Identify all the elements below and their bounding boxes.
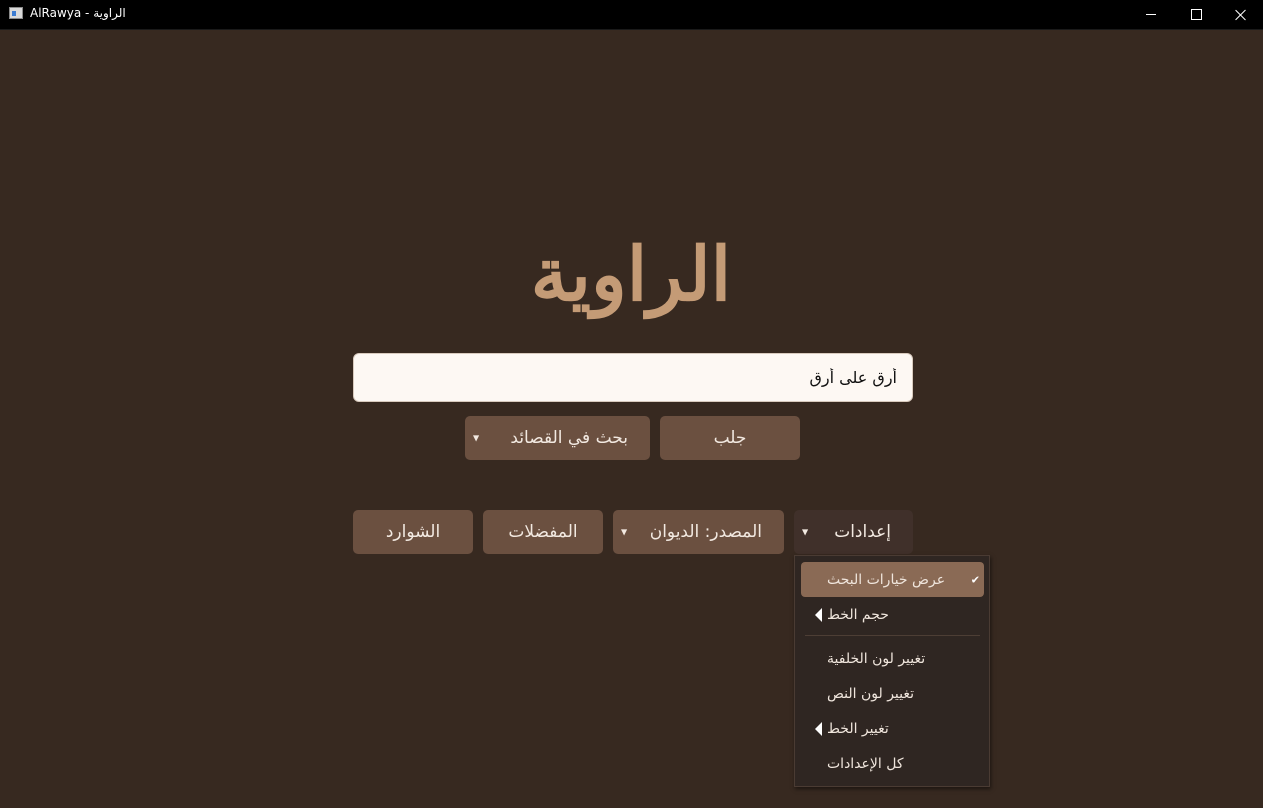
shawarid-button[interactable]: الشوارد: [353, 510, 473, 554]
check-icon: ✔: [970, 573, 980, 586]
app-window: AlRawya - الراوية الراوية بحث في القصائد…: [0, 0, 1263, 808]
menu-item-label: تغيير لون الخلفية: [827, 650, 926, 667]
settings-menu: عرض خيارات البحث ✔ حجم الخط تغيير لون ال…: [794, 555, 990, 787]
favorites-label: المفضلات: [508, 522, 578, 542]
menu-item-change-background-color[interactable]: تغيير لون الخلفية: [801, 641, 984, 676]
menu-item-label: عرض خيارات البحث: [827, 571, 946, 588]
fetch-button[interactable]: جلب: [660, 416, 800, 460]
chevron-down-icon[interactable]: ▼: [621, 528, 627, 537]
menu-divider: [805, 635, 980, 636]
fetch-label: جلب: [713, 428, 747, 448]
search-poems-label: بحث في القصائد: [510, 428, 628, 448]
menu-item-label: تغيير لون النص: [827, 685, 915, 702]
search-input[interactable]: [353, 353, 913, 402]
app-logo: الراوية: [530, 232, 732, 318]
chevron-down-icon[interactable]: ▼: [473, 434, 479, 443]
submenu-arrow-icon: [815, 721, 822, 736]
app-icon: [9, 7, 23, 19]
source-label: المصدر: الديوان: [649, 522, 762, 542]
search-poems-button[interactable]: بحث في القصائد ▼: [465, 416, 650, 460]
window-title: AlRawya - الراوية: [30, 6, 126, 20]
settings-button[interactable]: إعدادات ▼: [794, 510, 913, 554]
close-button[interactable]: [1218, 0, 1263, 29]
maximize-icon: [1190, 9, 1202, 20]
close-icon: [1235, 9, 1247, 21]
menu-item-label: كل الإعدادات: [827, 755, 904, 772]
menu-item-change-font[interactable]: تغيير الخط: [801, 711, 984, 746]
menu-item-font-size[interactable]: حجم الخط: [801, 597, 984, 632]
menu-item-label: حجم الخط: [827, 606, 889, 623]
menu-item-show-search-options[interactable]: عرض خيارات البحث ✔: [801, 562, 984, 597]
maximize-button[interactable]: [1173, 0, 1219, 29]
source-button[interactable]: المصدر: الديوان ▼: [613, 510, 784, 554]
title-bar[interactable]: AlRawya - الراوية: [0, 0, 1263, 30]
minimize-button[interactable]: [1128, 0, 1174, 29]
menu-item-change-text-color[interactable]: تغيير لون النص: [801, 676, 984, 711]
favorites-button[interactable]: المفضلات: [483, 510, 603, 554]
submenu-arrow-icon: [815, 607, 822, 622]
shawarid-label: الشوارد: [385, 522, 441, 542]
menu-item-all-settings[interactable]: كل الإعدادات: [801, 746, 984, 781]
settings-label: إعدادات: [834, 522, 891, 542]
chevron-down-icon[interactable]: ▼: [802, 528, 808, 537]
minimize-icon: [1146, 14, 1156, 15]
menu-item-label: تغيير الخط: [827, 720, 889, 737]
